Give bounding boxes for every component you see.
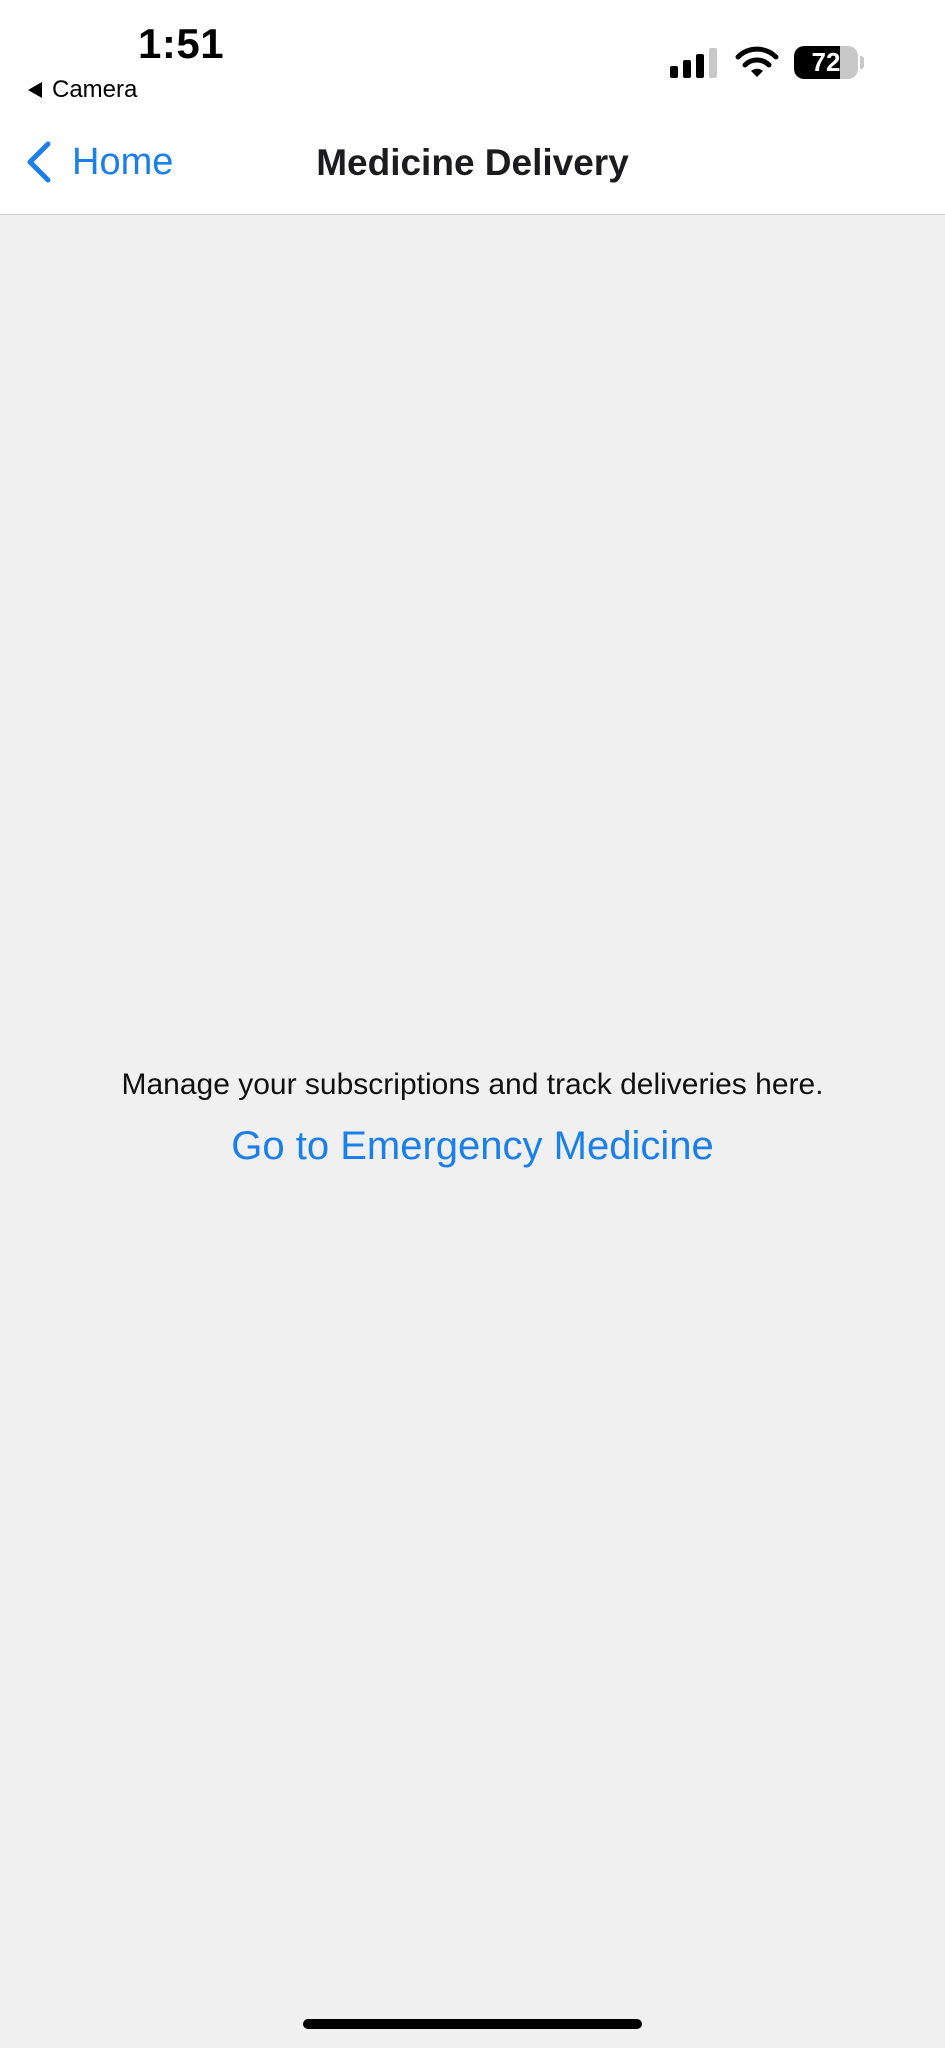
wifi-icon — [735, 46, 779, 77]
cellular-signal-icon — [670, 46, 717, 78]
main-content: Manage your subscriptions and track deli… — [0, 1068, 945, 1169]
page-title: Medicine Delivery — [316, 142, 629, 183]
battery-percent: 72 — [811, 47, 841, 77]
status-bar: 1:51 Camera 72 — [0, 0, 945, 110]
navigation-bar: Home Medicine Delivery — [0, 110, 945, 215]
home-indicator[interactable] — [303, 2019, 642, 2029]
battery-cap — [860, 56, 864, 69]
back-to-app-label: Camera — [52, 76, 138, 103]
subtitle-text: Manage your subscriptions and track deli… — [121, 1068, 824, 1101]
back-triangle-icon — [28, 82, 42, 98]
battery-icon: 72 — [794, 46, 858, 79]
back-to-app-button[interactable]: Camera — [28, 76, 137, 104]
status-time: 1:51 — [138, 20, 225, 67]
emergency-medicine-link[interactable]: Go to Emergency Medicine — [231, 1124, 713, 1169]
